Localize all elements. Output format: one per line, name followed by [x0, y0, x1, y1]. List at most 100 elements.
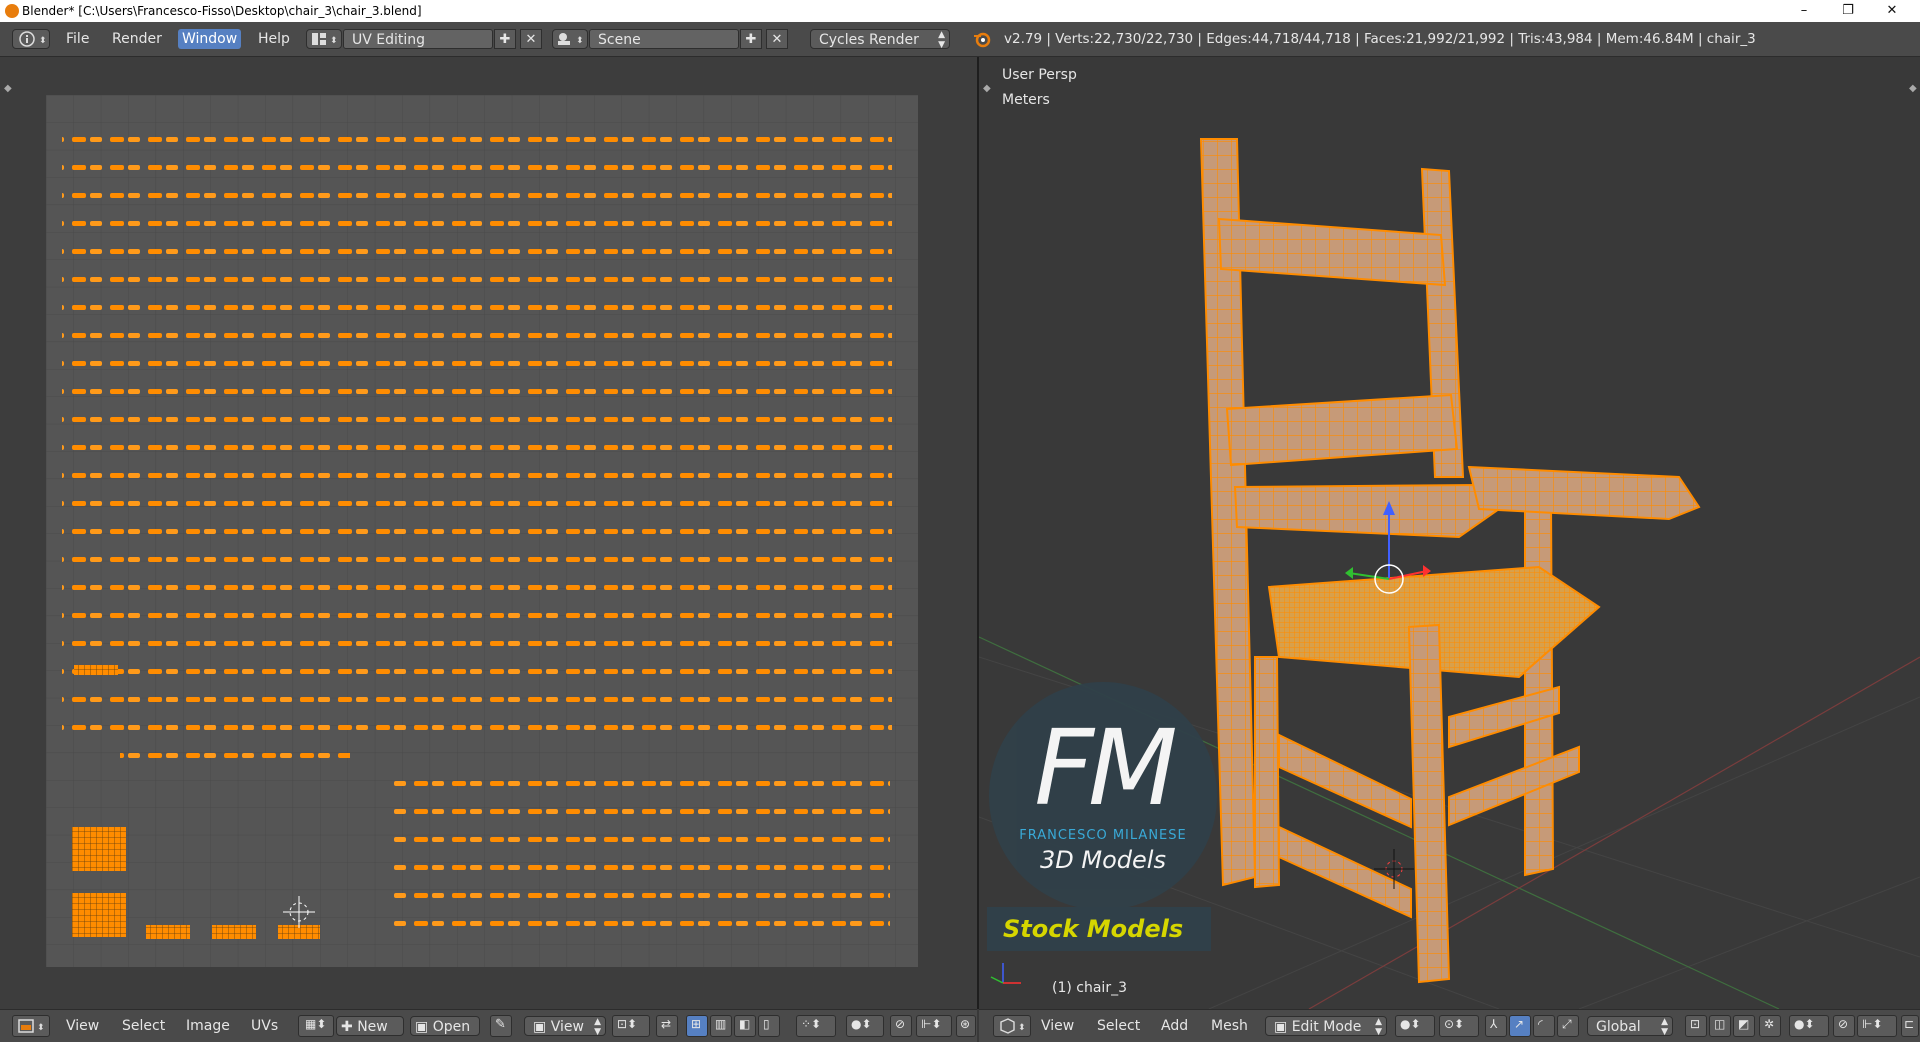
- plus-icon: ✚: [499, 32, 511, 47]
- pivot-point-3d-button[interactable]: ⊙⬍: [1439, 1015, 1479, 1037]
- plus-icon: ✚: [341, 1019, 358, 1035]
- view3d-menu-select[interactable]: Select: [1097, 1016, 1140, 1036]
- snap-toggle-button[interactable]: ⊘: [890, 1015, 912, 1037]
- 3d-viewport-area[interactable]: ◆ ◆ User Persp Meters (1) chair_3 FM FRA…: [979, 57, 1920, 1009]
- view3d-menu-add[interactable]: Add: [1161, 1016, 1188, 1036]
- manipulator-toggle-button[interactable]: ⅄: [1485, 1015, 1507, 1037]
- menu-file[interactable]: File: [62, 29, 93, 49]
- view3d-menu-view[interactable]: View: [1041, 1016, 1074, 1036]
- select-mode-edge-button[interactable]: ▥: [710, 1015, 732, 1037]
- select-vertex-button[interactable]: ⊡: [1685, 1015, 1707, 1037]
- region-toggle-left-icon[interactable]: ◆: [983, 83, 991, 94]
- snap-element-button[interactable]: ⊩⬍: [916, 1015, 952, 1037]
- uv-islands-strips: [120, 677, 350, 767]
- uv-view-mode-label: View: [550, 1019, 584, 1035]
- uv-menu-image[interactable]: Image: [186, 1016, 230, 1036]
- uv-menu-view[interactable]: View: [66, 1016, 99, 1036]
- render-engine-label: Cycles Render: [819, 32, 919, 48]
- snap-element-3d-button[interactable]: ⊩⬍: [1857, 1015, 1897, 1037]
- image-browse-icon: ▦⬍: [305, 1017, 327, 1031]
- uv-view-mode-dropdown[interactable]: ▣ View ▲ ▼: [524, 1016, 606, 1037]
- region-toggle-right-icon[interactable]: ◆: [1909, 83, 1917, 94]
- edit-mode-icon: ▣: [1274, 1019, 1292, 1035]
- scene-statistics: v2.79 | Verts:22,730/22,730 | Edges:44,7…: [1004, 31, 1756, 47]
- new-image-button[interactable]: ✚ New: [336, 1016, 404, 1036]
- maximize-button[interactable]: ❐: [1826, 0, 1870, 22]
- watermark-subtitle: 3D Models: [1040, 846, 1166, 874]
- select-face-button[interactable]: ◩: [1733, 1015, 1755, 1037]
- image-icon: ▣: [533, 1019, 551, 1035]
- vertex-select-icon: ⊡: [1690, 1017, 1701, 1031]
- menu-render[interactable]: Render: [108, 29, 166, 49]
- editor-type-3dview-button[interactable]: ⬍: [993, 1015, 1031, 1037]
- watermark-badge: Stock Models: [987, 907, 1211, 951]
- add-layout-button[interactable]: ✚: [494, 29, 516, 49]
- menu-window[interactable]: Window: [178, 29, 242, 49]
- image-browse-button[interactable]: ▦⬍: [298, 1015, 334, 1037]
- viewport-shading-button[interactable]: ●⬍: [1395, 1015, 1435, 1037]
- transform-orientation-dropdown[interactable]: Global ▲ ▼: [1587, 1016, 1673, 1037]
- new-image-label: New: [357, 1019, 388, 1035]
- scene-field[interactable]: Scene: [589, 29, 739, 49]
- screen-layout-menu-button[interactable]: ⬍: [306, 29, 342, 49]
- translate-manipulator-button[interactable]: ↗: [1509, 1015, 1531, 1037]
- uv-editor-area[interactable]: ◆: [0, 57, 977, 1009]
- proportional-edit-button[interactable]: ●⬍: [846, 1015, 884, 1037]
- rotate-manipulator-button[interactable]: ◜: [1533, 1015, 1555, 1037]
- sync-selection-button[interactable]: ⇄: [656, 1015, 678, 1037]
- open-image-button[interactable]: ▣ Open: [410, 1016, 480, 1036]
- watermark-brand: FRANCESCO MILANESE: [1019, 828, 1187, 843]
- delete-scene-button[interactable]: ✕: [766, 29, 788, 49]
- island-mode-icon: ▯: [763, 1017, 770, 1031]
- delete-layout-button[interactable]: ✕: [520, 29, 542, 49]
- updown-arrows-icon: ▲ ▼: [594, 1017, 601, 1037]
- uv-sculpt-button[interactable]: ⊛: [956, 1015, 976, 1037]
- interaction-mode-dropdown[interactable]: ▣ Edit Mode ▲ ▼: [1265, 1016, 1387, 1037]
- screen-layout-field[interactable]: UV Editing: [343, 29, 493, 49]
- proportional-edit-icon: ●⬍: [851, 1017, 872, 1031]
- close-button[interactable]: ✕: [1870, 0, 1914, 22]
- uv-islands: [62, 127, 892, 747]
- editor-type-uv-button[interactable]: ⬍: [12, 1015, 50, 1037]
- editor-type-info-button[interactable]: ⬍: [12, 29, 50, 49]
- 3d-view-icon: ⬍: [1000, 1018, 1026, 1034]
- interaction-mode-label: Edit Mode: [1291, 1019, 1362, 1035]
- select-edge-button[interactable]: ◫: [1709, 1015, 1731, 1037]
- opengl-render-button[interactable]: ⊏: [1901, 1015, 1919, 1037]
- watermark-logo: FM FRANCESCO MILANESE 3D Models: [989, 682, 1217, 910]
- select-mode-face-button[interactable]: ◧: [734, 1015, 756, 1037]
- blender-logo-icon: [974, 32, 991, 48]
- pivot-point-button[interactable]: ⊡⬍: [612, 1015, 650, 1037]
- scale-manipulator-button[interactable]: ⤢: [1557, 1015, 1579, 1037]
- face-mode-icon: ◧: [739, 1017, 751, 1031]
- proportional-edit-3d-button[interactable]: ●⬍: [1789, 1015, 1829, 1037]
- manipulator-icon: ⅄: [1490, 1017, 1498, 1031]
- camera-icon: ⊏: [1904, 1017, 1915, 1031]
- minimize-button[interactable]: –: [1782, 0, 1826, 22]
- pin-button[interactable]: ✎: [490, 1015, 512, 1037]
- svg-text:⬍: ⬍: [37, 1023, 45, 1033]
- scene-menu-button[interactable]: ⬍: [552, 29, 588, 49]
- edge-mode-icon: ▥: [715, 1017, 727, 1031]
- active-object-label: (1) chair_3: [1052, 980, 1127, 996]
- uv-editor-canvas[interactable]: ◆: [0, 57, 977, 1009]
- magnet-icon: ⊘: [895, 1017, 906, 1031]
- add-scene-button[interactable]: ✚: [740, 29, 762, 49]
- limit-selection-button[interactable]: ✲: [1759, 1015, 1781, 1037]
- open-image-label: Open: [432, 1019, 471, 1035]
- view3d-menu-mesh[interactable]: Mesh: [1211, 1016, 1248, 1036]
- folder-icon: ▣: [415, 1019, 433, 1035]
- scale-icon: ⤢: [1562, 1017, 1572, 1031]
- select-mode-island-button[interactable]: ▯: [758, 1015, 780, 1037]
- region-toggle-left-icon[interactable]: ◆: [4, 83, 12, 94]
- snap-element-icon: ⊩⬍: [921, 1017, 942, 1031]
- menu-help[interactable]: Help: [254, 29, 294, 49]
- select-mode-vertex-button[interactable]: ⊞: [686, 1015, 708, 1037]
- render-engine-dropdown[interactable]: Cycles Render ▲ ▼: [810, 29, 950, 50]
- uv-menu-uvs[interactable]: UVs: [251, 1016, 278, 1036]
- uv-island-strip: [74, 665, 118, 675]
- uv-menu-select[interactable]: Select: [122, 1016, 165, 1036]
- sticky-selection-button[interactable]: ⁘⬍: [796, 1015, 836, 1037]
- snap-3d-button[interactable]: ⊘: [1833, 1015, 1855, 1037]
- svg-text:⬍: ⬍: [39, 36, 47, 46]
